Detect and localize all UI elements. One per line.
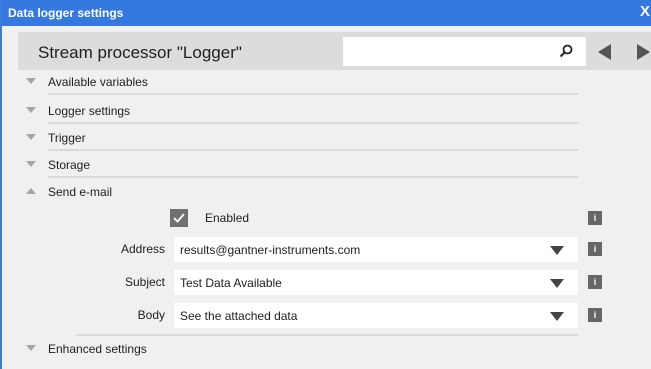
dropdown-arrow-icon[interactable] (550, 312, 564, 321)
section-label: Trigger (48, 131, 86, 145)
subject-field[interactable]: Test Data Available (174, 270, 578, 295)
section-label: Enhanced settings (48, 342, 147, 356)
section-available-variables[interactable]: Available variables (2, 72, 651, 96)
page-title: Stream processor "Logger" (38, 43, 242, 62)
info-icon[interactable]: i (588, 211, 602, 225)
divider (48, 149, 578, 151)
dropdown-arrow-icon[interactable] (550, 279, 564, 288)
body-value: See the attached data (180, 309, 298, 323)
checkmark-icon (173, 213, 185, 223)
address-label: Address (120, 242, 165, 256)
section-label: Available variables (48, 75, 148, 89)
divider (48, 93, 578, 95)
enabled-checkbox[interactable] (170, 209, 188, 227)
collapse-arrow-icon[interactable] (26, 188, 36, 194)
enabled-label: Enabled (205, 211, 250, 225)
body-label: Body (137, 308, 165, 322)
info-icon[interactable]: i (588, 242, 602, 256)
search-input[interactable] (343, 37, 586, 66)
address-field[interactable]: results@gantner-instruments.com (174, 237, 578, 262)
previous-arrow-icon[interactable] (598, 44, 611, 60)
expand-arrow-icon[interactable] (26, 161, 36, 167)
section-trigger[interactable]: Trigger (2, 128, 651, 152)
section-label: Storage (48, 158, 91, 172)
subject-value: Test Data Available (180, 276, 282, 290)
section-label: Logger settings (48, 104, 131, 118)
expand-arrow-icon[interactable] (26, 107, 36, 113)
address-value: results@gantner-instruments.com (180, 243, 361, 257)
data-logger-settings-window: Data logger settings X Stream processor … (0, 0, 651, 369)
next-arrow-icon[interactable] (637, 44, 650, 60)
divider (48, 176, 578, 178)
close-icon[interactable]: X (640, 3, 650, 21)
expand-arrow-icon[interactable] (26, 134, 36, 140)
title-bar: Data logger settings X (2, 0, 651, 26)
window-title: Data logger settings (8, 6, 124, 20)
expand-arrow-icon[interactable] (26, 78, 36, 84)
divider (48, 122, 578, 124)
dropdown-arrow-icon[interactable] (550, 246, 564, 255)
body-field[interactable]: See the attached data (174, 303, 578, 328)
subject-label: Subject (124, 275, 165, 289)
header-bar: Stream processor "Logger" (18, 32, 651, 70)
search-icon[interactable] (558, 43, 574, 59)
expand-arrow-icon[interactable] (26, 345, 36, 351)
section-enhanced-settings[interactable]: Enhanced settings (2, 339, 651, 363)
divider (76, 334, 578, 336)
info-icon[interactable]: i (588, 308, 602, 322)
section-send-email[interactable]: Send e-mail (2, 182, 651, 206)
section-storage[interactable]: Storage (2, 155, 651, 179)
section-logger-settings[interactable]: Logger settings (2, 101, 651, 125)
section-label: Send e-mail (48, 185, 113, 199)
info-icon[interactable]: i (588, 275, 602, 289)
